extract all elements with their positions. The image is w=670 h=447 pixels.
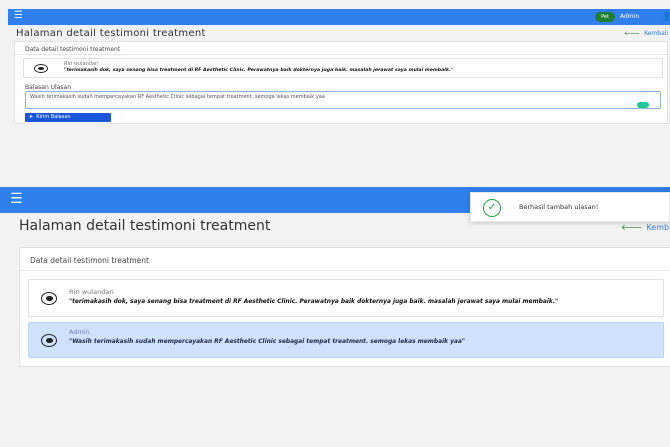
reply-text: "Wasih terimakasih sudah mempercayakan R… — [69, 339, 465, 345]
hamburger-icon[interactable]: ☰ — [10, 192, 23, 206]
testimonial-author: Riri wulandari — [69, 288, 114, 296]
check-circle-icon: ✓ — [483, 199, 501, 217]
page-title: Halaman detail testimoni treatment — [16, 28, 206, 39]
toast-message: Berhasil tambah ulasan! — [519, 203, 599, 211]
admin-reply: Admin "Wasih terimakasih sudah mempercay… — [28, 322, 664, 358]
testimonial-author: Riri wulandari — [64, 61, 99, 67]
reply-input[interactable] — [25, 91, 661, 109]
grammar-assistant-icon[interactable] — [637, 102, 649, 108]
user-testimonial: Riri wulandari "terimakasih dok, saya se… — [23, 58, 663, 78]
hamburger-icon[interactable]: ☰ — [14, 11, 23, 21]
user-testimonial: Riri wulandari "terimakasih dok, saya se… — [28, 279, 664, 317]
send-icon: ➤ — [29, 114, 34, 120]
back-label: Kembali — [644, 30, 669, 37]
testimonial-text: "terimakasih dok, saya senang bisa treat… — [69, 299, 559, 305]
card-header: Data detail testimoni treatment — [25, 46, 121, 53]
testimonial-text: "terimakasih dok, saya senang bisa treat… — [64, 68, 454, 73]
page-title: Halaman detail testimoni treatment — [19, 218, 271, 234]
reply-author: Admin — [69, 328, 90, 336]
testimonial-detail-card: Data detail testimoni treatment Riri wul… — [19, 247, 670, 367]
screen-after-reply: ☰ Halaman detail testimoni treatment 🡐 Ke… — [0, 187, 670, 447]
reply-label: Balasan Ulasan — [25, 84, 71, 91]
back-link[interactable]: 🡐Kembali — [624, 30, 668, 37]
card-header: Data detail testimoni treatment — [30, 256, 149, 265]
send-reply-label: Kirim Balasan — [36, 114, 71, 120]
success-toast: ✓ Berhasil tambah ulasan! — [470, 192, 670, 222]
card-divider — [15, 54, 667, 55]
send-reply-button[interactable]: ➤ Kirim Balasan — [25, 113, 111, 122]
back-label: Kembali — [646, 223, 670, 232]
card-divider — [20, 270, 670, 271]
arrow-left-icon: 🡐 — [621, 223, 643, 232]
status-badge: Pet — [595, 12, 615, 22]
testimonial-detail-card: Data detail testimoni treatment Riri wul… — [14, 41, 668, 124]
arrow-left-icon: 🡐 — [624, 30, 641, 37]
eye-avatar-icon — [41, 292, 57, 305]
screen-before-reply: ☰ Pet Admin 👤 Halaman detail testimoni t… — [0, 0, 670, 187]
eye-avatar-icon — [34, 64, 48, 73]
back-link[interactable]: 🡐Kembali — [621, 222, 670, 232]
admin-username[interactable]: Admin — [620, 12, 639, 22]
top-navbar: ☰ Pet Admin 👤 — [8, 9, 670, 25]
user-icon[interactable]: 👤 — [662, 11, 670, 23]
eye-avatar-icon — [41, 334, 57, 347]
